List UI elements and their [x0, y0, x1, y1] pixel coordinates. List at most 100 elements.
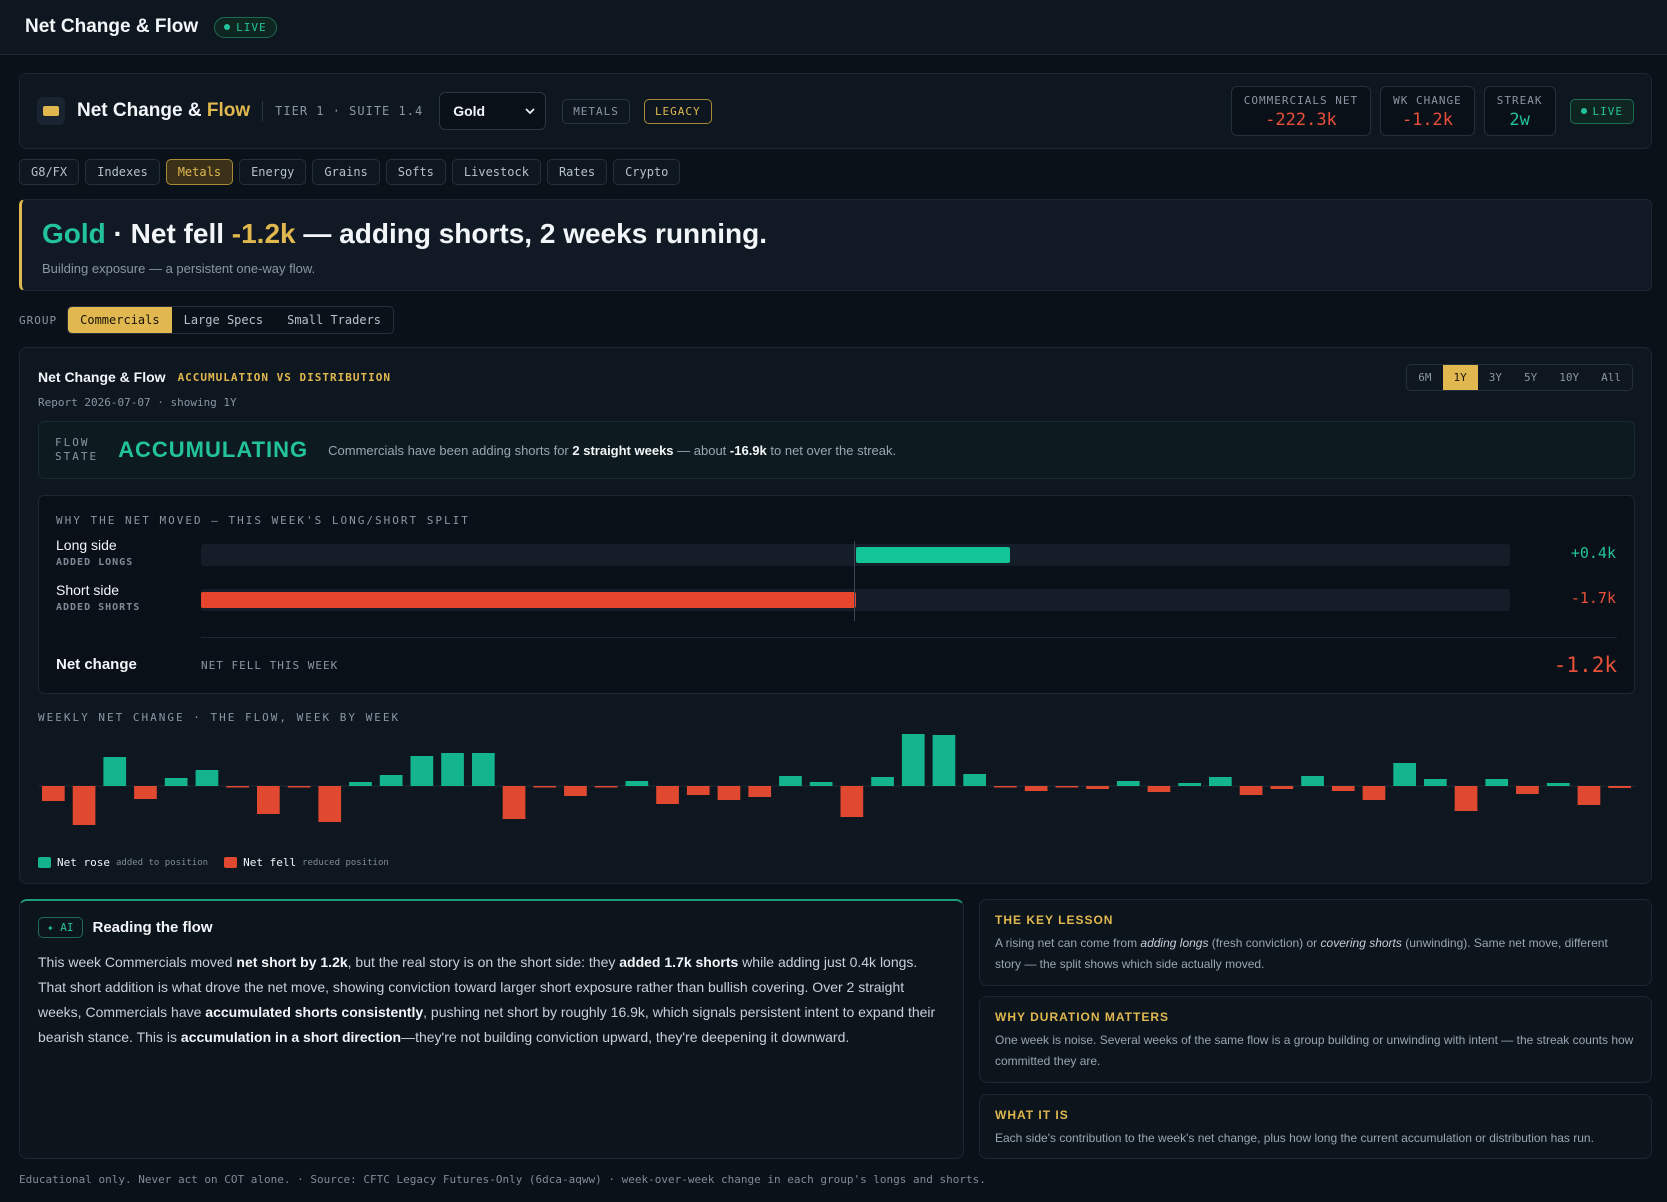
weekly-bar — [318, 786, 342, 822]
report-type-tag: LEGACY — [643, 98, 712, 124]
range-1y[interactable]: 1Y — [1442, 365, 1478, 390]
long-side-bar — [855, 547, 1010, 563]
weekly-bar — [656, 786, 679, 804]
range-selector: 6M 1Y 3Y 5Y 10Y All — [1406, 364, 1633, 391]
weekly-bar — [195, 770, 219, 786]
note-text: (fresh conviction) or — [1208, 936, 1321, 950]
header-title-main: Net Change & — [77, 100, 207, 121]
weekly-bar — [103, 757, 127, 786]
weekly-bar — [594, 786, 618, 788]
ai-text: , but the real story is on the short sid… — [347, 954, 620, 970]
weekly-bar — [1270, 786, 1294, 789]
weekly-bar — [349, 782, 372, 786]
ai-text: This week Commercials moved — [38, 954, 237, 970]
headline-card: Gold · Net fell -1.2k — adding shorts, 2… — [19, 199, 1652, 291]
tab-energy[interactable]: Energy — [239, 159, 307, 185]
weekly-bar — [1608, 786, 1631, 788]
tab-livestock[interactable]: Livestock — [451, 159, 541, 185]
stat-label: STREAK — [1496, 94, 1543, 107]
weekly-bar — [717, 786, 741, 800]
group-option-large-specs[interactable]: Large Specs — [172, 307, 275, 333]
flow-state-banner: FLOW STATE ACCUMULATING Commercials have… — [38, 421, 1635, 479]
legend-swatch — [38, 857, 51, 868]
stat-streak: STREAK 2w — [1483, 86, 1556, 136]
headline-market: Gold — [42, 218, 106, 249]
long-side-track — [201, 544, 1510, 566]
stats-group: COMMERCIALS NET -222.3k WK CHANGE -1.2k … — [1230, 86, 1634, 136]
note-italic: adding longs — [1140, 936, 1209, 950]
long-short-split: WHY THE NET MOVED — THIS WEEK'S LONG/SHO… — [38, 495, 1635, 694]
flow-state-value: ACCUMULATING — [118, 437, 309, 462]
weekly-bar — [1393, 763, 1416, 786]
ai-badge: ✦ AI — [38, 917, 83, 938]
weekly-bar — [779, 776, 802, 786]
stat-value: -1.2k — [1401, 110, 1454, 130]
weekly-bar — [1239, 786, 1263, 795]
weekly-bar — [1362, 786, 1386, 800]
weekly-bar — [42, 786, 65, 801]
panel-title-row: Net Change & Flow ACCUMULATION VS DISTRI… — [38, 369, 391, 385]
weekly-legend: Net rose added to position Net fell redu… — [38, 856, 389, 869]
tab-grains[interactable]: Grains — [312, 159, 380, 185]
ai-body: This week Commercials moved net short by… — [38, 950, 945, 1050]
weekly-bar — [472, 753, 495, 786]
weekly-bar — [410, 756, 434, 786]
stat-label: COMMERCIALS NET — [1243, 94, 1359, 107]
range-10y[interactable]: 10Y — [1548, 365, 1590, 390]
weekly-bar — [134, 786, 157, 799]
flow-desc-part: — about — [673, 442, 730, 458]
long-side-value: +0.4k — [1570, 544, 1616, 562]
panel-subtitle: ACCUMULATION VS DISTRIBUTION — [177, 370, 391, 384]
group-segmented-control: Commercials Large Specs Small Traders — [67, 306, 395, 334]
ai-emphasis: net short by 1.2k — [236, 954, 348, 970]
live-badge: LIVE — [1569, 98, 1634, 124]
headline-part: · Net fell — [105, 218, 232, 249]
zero-axis — [854, 541, 855, 621]
tab-crypto[interactable]: Crypto — [613, 159, 681, 185]
range-3y[interactable]: 3Y — [1478, 365, 1513, 390]
legend-swatch — [224, 857, 238, 868]
weekly-bar — [1024, 786, 1048, 791]
weekly-bar — [1577, 786, 1601, 805]
tab-indexes[interactable]: Indexes — [85, 159, 160, 185]
range-all[interactable]: All — [1590, 365, 1632, 390]
weekly-bar — [901, 734, 925, 786]
market-select[interactable]: Gold — [439, 92, 547, 130]
ai-emphasis: accumulation in a short direction — [180, 1029, 402, 1045]
market-select-value: Gold — [453, 103, 486, 119]
category-tabs: G8/FX Indexes Metals Energy Grains Softs Lives… — [19, 159, 681, 185]
short-side-track — [201, 589, 1510, 611]
short-side-bar — [201, 592, 856, 608]
weekly-bar — [164, 778, 188, 786]
range-5y[interactable]: 5Y — [1513, 365, 1548, 390]
legend-name: Net fell — [243, 856, 297, 869]
group-option-commercials[interactable]: Commercials — [68, 307, 172, 333]
tab-metals[interactable]: Metals — [165, 159, 234, 185]
note-body: A rising net can come from adding longs … — [995, 933, 1636, 975]
header-title: Net Change & Flow — [77, 100, 250, 122]
weekly-bar — [287, 786, 311, 788]
gold-bar-icon — [37, 97, 65, 125]
note-body: One week is noise. Several weeks of the … — [995, 1033, 1634, 1068]
weekly-bar — [1055, 786, 1079, 788]
weekly-bar — [1147, 786, 1171, 792]
sector-tag: METALS — [562, 98, 630, 124]
stat-value: 2w — [1509, 110, 1530, 130]
headline-change: -1.2k — [231, 218, 296, 249]
weekly-bar — [748, 786, 772, 797]
weekly-bar — [871, 777, 894, 786]
tab-g8-fx[interactable]: G8/FX — [19, 159, 80, 185]
stat-commercials-net: COMMERCIALS NET -222.3k — [1230, 86, 1372, 136]
weekly-bar — [840, 786, 864, 817]
headline-part: — adding shorts, 2 weeks running. — [295, 218, 768, 249]
note-body: Each side's contribution to the week's n… — [995, 1131, 1594, 1145]
group-option-small-traders[interactable]: Small Traders — [275, 307, 393, 333]
weekly-bar — [963, 774, 986, 786]
weekly-net-change-chart — [38, 734, 1635, 825]
tab-softs[interactable]: Softs — [385, 159, 446, 185]
net-change-label: Net change — [56, 656, 137, 673]
footer-disclaimer: Educational only. Never act on COT alone… — [19, 1173, 986, 1186]
flow-desc-weeks: 2 straight weeks — [572, 442, 674, 458]
tab-rates[interactable]: Rates — [546, 159, 608, 185]
range-6m[interactable]: 6M — [1407, 365, 1442, 390]
